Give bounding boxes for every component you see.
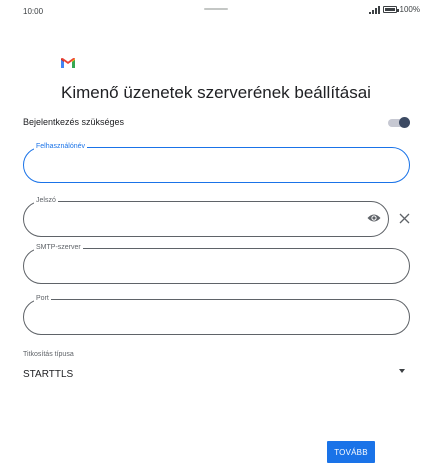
page-title: Kimenő üzenetek szerverének beállításai	[61, 83, 371, 102]
drag-handle[interactable]	[204, 8, 228, 10]
next-button[interactable]: TOVÁBB	[327, 441, 375, 463]
username-field[interactable]: Felhasználónév	[23, 143, 410, 183]
status-indicators: 100%	[368, 5, 420, 14]
signal-icon	[368, 5, 380, 14]
signin-required-label: Bejelentkezés szükséges	[23, 117, 125, 127]
username-label: Felhasználónév	[34, 143, 88, 151]
signin-required-toggle[interactable]	[388, 117, 410, 128]
port-label: Port	[34, 295, 51, 303]
port-field[interactable]: Port	[23, 295, 410, 335]
status-bar: 10:00 100%	[0, 0, 435, 22]
password-label: Jelszó	[34, 197, 58, 205]
toggle-thumb	[399, 117, 410, 128]
smtp-server-label: SMTP-szerver	[34, 244, 83, 252]
status-time: 10:00	[23, 7, 44, 16]
gmail-logo	[61, 58, 75, 68]
signin-required-row[interactable]: Bejelentkezés szükséges	[23, 113, 412, 133]
encryption-label: Titkosítás típusa	[23, 351, 74, 358]
smtp-server-field[interactable]: SMTP-szerver	[23, 244, 410, 284]
eye-icon[interactable]	[367, 213, 381, 223]
battery-level: 100%	[399, 5, 420, 14]
password-field[interactable]: Jelszó	[23, 197, 389, 237]
battery-icon	[382, 6, 399, 13]
encryption-select[interactable]: STARTTLS	[23, 369, 73, 380]
dropdown-arrow-icon[interactable]	[399, 369, 405, 373]
close-icon[interactable]	[399, 213, 410, 224]
